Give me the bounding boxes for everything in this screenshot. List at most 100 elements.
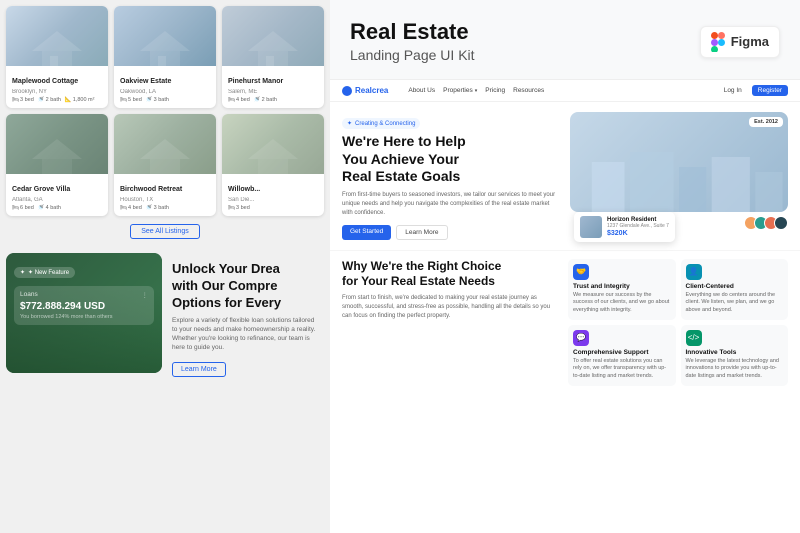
subtitle: Landing Page UI Kit bbox=[350, 47, 684, 63]
bath-feature: 🚿 3 bath bbox=[146, 97, 169, 103]
support-icon: 💬 bbox=[573, 330, 589, 346]
why-item-tools: </> Innovative Tools We leverage the lat… bbox=[681, 325, 789, 386]
bed-feature: 🛏 6 bed bbox=[12, 205, 34, 211]
property-name: Cedar Grove Villa bbox=[12, 186, 70, 193]
property-info: Birchwood Retreat $580K Houston, TX 🛏 4 … bbox=[114, 174, 216, 216]
why-description: From start to finish, we're dedicated to… bbox=[342, 294, 554, 321]
property-image bbox=[6, 6, 108, 66]
title-text-block: Real Estate Landing Page UI Kit bbox=[350, 20, 684, 62]
why-item-title: Trust and Integrity bbox=[573, 283, 671, 290]
property-card[interactable]: Cedar Grove Villa $1,350K Atlanta, GA 🛏 … bbox=[6, 114, 108, 216]
why-title: Why We're the Right Choicefor Your Real … bbox=[342, 259, 554, 290]
avatar-row bbox=[748, 216, 788, 230]
hero-badge: ✦ Creating & Connecting bbox=[342, 118, 420, 129]
bed-feature: 🛏 3 bed bbox=[12, 97, 34, 103]
property-info: Pinehurst Manor $495K Salem, ME 🛏 4 bed … bbox=[222, 66, 324, 108]
property-info: Oakview Estate $750K Oakwood, LA 🛏 5 bed… bbox=[114, 66, 216, 108]
property-location: Brooklyn, NY bbox=[12, 89, 102, 95]
property-image bbox=[114, 114, 216, 174]
why-item-desc: Everything we do centers around the clie… bbox=[686, 292, 784, 315]
nav-links: About Us Properties ▾ Pricing Resources bbox=[408, 87, 706, 94]
hero-section: ✦ Creating & Connecting We're Here to He… bbox=[330, 102, 800, 250]
nav-properties[interactable]: Properties ▾ bbox=[443, 87, 477, 94]
trust-icon: 🤝 bbox=[573, 264, 589, 280]
property-detail-price: $320K bbox=[607, 230, 669, 237]
property-name: Birchwood Retreat bbox=[120, 186, 182, 193]
property-detail-address: 1237 Glendale Ave., Suite 7 bbox=[607, 223, 669, 229]
bed-feature: 🛏 5 bed bbox=[120, 97, 142, 103]
property-image bbox=[6, 114, 108, 174]
logo-dot bbox=[342, 86, 352, 96]
hero-buttons: Get Started Learn More bbox=[342, 225, 560, 240]
property-name: Willowb... bbox=[228, 186, 260, 193]
property-info: Willowb... San Die... 🛏 3 bed bbox=[222, 174, 324, 216]
nav-actions: Log In Register bbox=[719, 85, 788, 96]
hero-left: ✦ Creating & Connecting We're Here to He… bbox=[342, 112, 560, 240]
property-name: Oakview Estate bbox=[120, 78, 171, 85]
sqft-feature: 📐 1,800 m² bbox=[65, 97, 95, 103]
preview-navbar: Realcrea About Us Properties ▾ Pricing R… bbox=[330, 80, 800, 102]
property-name: Maplewood Cottage bbox=[12, 78, 78, 85]
get-started-button[interactable]: Get Started bbox=[342, 225, 391, 240]
bath-feature: 🚿 2 bath bbox=[38, 97, 61, 103]
figma-badge: Figma bbox=[700, 26, 780, 58]
why-section: Why We're the Right Choicefor Your Real … bbox=[330, 250, 800, 392]
bath-feature: 🚿 4 bath bbox=[38, 205, 61, 211]
left-panel: Maplewood Cottage $350K Brooklyn, NY 🛏 3… bbox=[0, 0, 330, 533]
logo-text: Realcrea bbox=[355, 86, 388, 95]
why-item-title: Innovative Tools bbox=[686, 349, 784, 356]
tools-icon: </> bbox=[686, 330, 702, 346]
unlock-description: Explore a variety of flexible loan solut… bbox=[172, 316, 320, 352]
building-svg bbox=[570, 142, 788, 212]
property-info: Cedar Grove Villa $1,350K Atlanta, GA 🛏 … bbox=[6, 174, 108, 216]
nav-resources[interactable]: Resources bbox=[513, 87, 544, 94]
new-feature-badge: ✦ ✦ New Feature bbox=[14, 267, 75, 278]
nav-about[interactable]: About Us bbox=[408, 87, 435, 94]
hero-property-image: Est. 2012 bbox=[570, 112, 788, 212]
listings-grid: Maplewood Cottage $350K Brooklyn, NY 🛏 3… bbox=[0, 0, 330, 222]
why-item-client: 👤 Client-Centered Everything we do cente… bbox=[681, 259, 789, 320]
bed-feature: 🛏 4 bed bbox=[228, 97, 250, 103]
why-item-trust: 🤝 Trust and Integrity We measure our suc… bbox=[568, 259, 676, 320]
nav-pricing[interactable]: Pricing bbox=[485, 87, 505, 94]
client-icon: 👤 bbox=[686, 264, 702, 280]
why-item-title: Client-Centered bbox=[686, 283, 784, 290]
left-bottom-section: ✦ ✦ New Feature Loans ⋮ $772.888.294 USD… bbox=[0, 245, 330, 393]
property-image bbox=[222, 6, 324, 66]
bath-feature: 🚿 3 bath bbox=[146, 205, 169, 211]
property-card[interactable]: Willowb... San Die... 🛏 3 bed bbox=[222, 114, 324, 216]
property-card[interactable]: Oakview Estate $750K Oakwood, LA 🛏 5 bed… bbox=[114, 6, 216, 108]
property-name: Pinehurst Manor bbox=[228, 78, 283, 85]
nav-login-button[interactable]: Log In bbox=[719, 85, 747, 96]
property-card[interactable]: Birchwood Retreat $580K Houston, TX 🛏 4 … bbox=[114, 114, 216, 216]
property-card[interactable]: Maplewood Cottage $350K Brooklyn, NY 🛏 3… bbox=[6, 6, 108, 108]
nav-logo: Realcrea bbox=[342, 86, 388, 96]
property-location: Oakwood, LA bbox=[120, 89, 210, 95]
loan-label: Loans ⋮ bbox=[20, 291, 148, 299]
bed-feature: 🛏 4 bed bbox=[120, 205, 142, 211]
nav-register-button[interactable]: Register bbox=[752, 85, 788, 96]
why-item-title: Comprehensive Support bbox=[573, 349, 671, 356]
loan-card: ✦ ✦ New Feature Loans ⋮ $772.888.294 USD… bbox=[6, 253, 162, 373]
property-features: 🛏 6 bed 🚿 4 bath bbox=[12, 205, 102, 211]
bed-feature: 🛏 3 bed bbox=[228, 205, 250, 211]
property-features: 🛏 5 bed 🚿 3 bath bbox=[120, 97, 210, 103]
property-location: San Die... bbox=[228, 197, 318, 203]
why-grid: Why We're the Right Choicefor Your Real … bbox=[342, 259, 788, 386]
property-image bbox=[222, 114, 324, 174]
property-thumbnail bbox=[580, 216, 602, 238]
est-badge: Est. 2012 bbox=[749, 117, 783, 127]
bath-feature: 🚿 2 bath bbox=[254, 97, 277, 103]
loan-subtitle: You borrowed 124% more than others bbox=[20, 314, 148, 320]
learn-more-hero-button[interactable]: Learn More bbox=[396, 225, 447, 240]
property-detail-text: Horizon Resident 1237 Glendale Ave., Sui… bbox=[607, 217, 669, 237]
learn-more-button[interactable]: Learn More bbox=[172, 362, 226, 377]
why-item-support: 💬 Comprehensive Support To offer real es… bbox=[568, 325, 676, 386]
property-location: Atlanta, GA bbox=[12, 197, 102, 203]
property-detail-card: Horizon Resident 1237 Glendale Ave., Sui… bbox=[574, 212, 675, 242]
property-card[interactable]: Pinehurst Manor $495K Salem, ME 🛏 4 bed … bbox=[222, 6, 324, 108]
property-info: Maplewood Cottage $350K Brooklyn, NY 🛏 3… bbox=[6, 66, 108, 108]
main-container: Maplewood Cottage $350K Brooklyn, NY 🛏 3… bbox=[0, 0, 800, 533]
see-all-button[interactable]: See All Listings bbox=[130, 224, 199, 239]
property-features: 🛏 4 bed 🚿 3 bath bbox=[120, 205, 210, 211]
